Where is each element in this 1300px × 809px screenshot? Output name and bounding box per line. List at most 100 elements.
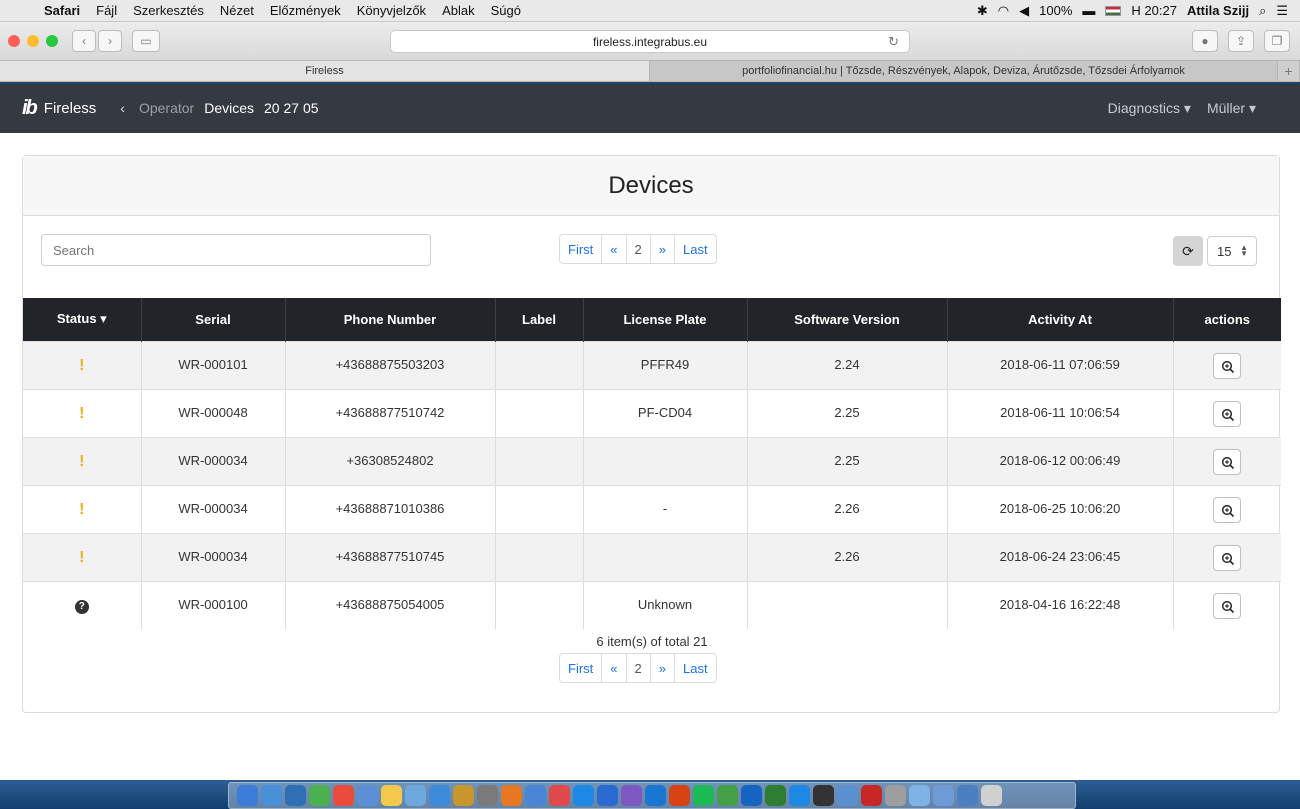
cell-phone: +43688877510742 [284,388,495,437]
dock-app-icon[interactable] [405,785,426,806]
pager-prev[interactable]: « [602,235,627,263]
battery-icon[interactable]: ▬ [1082,3,1095,18]
cell-label [494,340,583,389]
notification-center-icon[interactable]: ☰ [1276,3,1288,19]
search-input[interactable] [41,234,431,266]
menu-app[interactable]: Safari [36,3,88,18]
app-logo[interactable]: ib [22,97,38,120]
cell-version: 2.25 [746,388,947,437]
dock-app-icon[interactable] [933,785,954,806]
view-device-button[interactable] [1213,544,1242,571]
zoom-window-icon[interactable] [46,35,58,47]
menu-help[interactable]: Súgó [483,3,529,18]
view-device-button[interactable] [1213,592,1242,619]
cell-phone: +36308524802 [284,436,495,485]
pager-prev[interactable]: « [602,654,627,682]
dock-app-icon[interactable] [501,785,522,806]
cell-serial: WR-000034 [140,436,285,485]
dock-app-icon[interactable] [669,785,690,806]
pager-next[interactable]: » [651,654,675,682]
wifi-icon[interactable]: ◠ [998,3,1009,19]
dock-app-icon[interactable] [381,785,402,806]
spotlight-search-icon[interactable]: ⌕ [1259,3,1266,19]
dock-app-icon[interactable] [357,785,378,806]
dock-app-icon[interactable] [549,785,570,806]
tabs-overview-icon[interactable]: ❐ [1264,30,1290,52]
dock-app-icon[interactable] [909,785,930,806]
dock-app-icon[interactable] [285,785,306,806]
view-device-button[interactable] [1213,496,1242,523]
pager-first[interactable]: First [560,654,603,682]
share-icon[interactable]: ⇪ [1228,30,1254,52]
input-source-flag-icon[interactable] [1105,5,1122,16]
menu-file[interactable]: Fájl [88,3,125,18]
dock-app-icon[interactable] [765,785,786,806]
volume-icon[interactable]: ◀ [1019,3,1029,19]
pager-next[interactable]: » [651,235,675,263]
app-brand[interactable]: Fireless [44,100,97,117]
dock-app-icon[interactable] [333,785,354,806]
web-content: ib Fireless ‹ Operator Devices 20 27 05 … [0,83,1300,780]
back-icon[interactable]: ‹ [72,30,96,52]
menubar-user[interactable]: Attila Szijj [1187,3,1249,18]
dock-app-icon[interactable] [309,785,330,806]
sidebar-icon[interactable]: ▭ [132,30,160,52]
user-menu[interactable]: Müller ▾ [1207,100,1256,117]
browser-toolbar: ‹ › ▭ fireless.integrabus.eu ↻ ● ⇪ ❐ [0,22,1300,60]
dock-app-icon[interactable] [957,785,978,806]
downloads-icon[interactable]: ● [1192,30,1218,52]
dock-app-icon[interactable] [645,785,666,806]
dock-app-icon[interactable] [717,785,738,806]
cell-phone: +43688871010386 [284,484,495,533]
dock-app-icon[interactable] [741,785,762,806]
forward-icon[interactable]: › [98,30,122,52]
close-window-icon[interactable] [8,35,20,47]
menubar-clock[interactable]: H 20:27 [1131,3,1177,18]
refresh-icon[interactable]: ⟳ [1173,236,1203,266]
pager-last[interactable]: Last [675,654,716,682]
tab-fireless[interactable]: Fireless [0,61,650,81]
diagnostics-menu[interactable]: Diagnostics ▾ [1108,100,1191,117]
dock-app-icon[interactable] [885,785,906,806]
minimize-window-icon[interactable] [27,35,39,47]
dock-app-icon[interactable] [237,785,258,806]
dock-app-icon[interactable] [429,785,450,806]
battery-percent[interactable]: 100% [1039,3,1072,18]
address-bar[interactable]: fireless.integrabus.eu ↻ [390,30,910,53]
col-phone: Phone Number [284,298,495,341]
back-chevron-icon[interactable]: ‹ [120,100,125,116]
pager-last[interactable]: Last [675,235,716,263]
per-page-select[interactable]: 15 ▲ ▼ [1207,236,1257,266]
view-device-button[interactable] [1213,448,1242,475]
bluetooth-icon[interactable]: ✱ [977,3,988,19]
menu-window[interactable]: Ablak [434,3,483,18]
dock-app-icon[interactable] [861,785,882,806]
dock-app-icon[interactable] [981,785,1002,806]
reload-icon[interactable]: ↻ [888,34,899,50]
dock-app-icon[interactable] [597,785,618,806]
dock-app-icon[interactable] [573,785,594,806]
dock-app-icon[interactable] [837,785,858,806]
dock-app-icon[interactable] [453,785,474,806]
menu-history[interactable]: Előzmények [262,3,349,18]
dock-app-icon[interactable] [813,785,834,806]
menu-edit[interactable]: Szerkesztés [125,3,212,18]
pager-first[interactable]: First [560,235,603,263]
menu-view[interactable]: Nézet [212,3,262,18]
pagination-bottom: First « 2 » Last [559,653,717,683]
breadcrumb-operator[interactable]: Operator [139,100,194,116]
view-device-button[interactable] [1213,352,1242,379]
pager-current[interactable]: 2 [627,235,651,263]
dock-app-icon[interactable] [789,785,810,806]
menu-bookmarks[interactable]: Könyvjelzők [349,3,434,18]
new-tab-icon[interactable]: + [1278,61,1300,81]
col-status[interactable]: Status ▾ [23,298,141,341]
pager-current[interactable]: 2 [627,654,651,682]
dock-app-icon[interactable] [693,785,714,806]
dock-app-icon[interactable] [261,785,282,806]
dock-app-icon[interactable] [477,785,498,806]
dock-app-icon[interactable] [525,785,546,806]
view-device-button[interactable] [1213,400,1242,427]
dock-app-icon[interactable] [621,785,642,806]
tab-portfoliofinancial[interactable]: portfoliofinancial.hu | Tőzsde, Részvény… [650,61,1278,81]
